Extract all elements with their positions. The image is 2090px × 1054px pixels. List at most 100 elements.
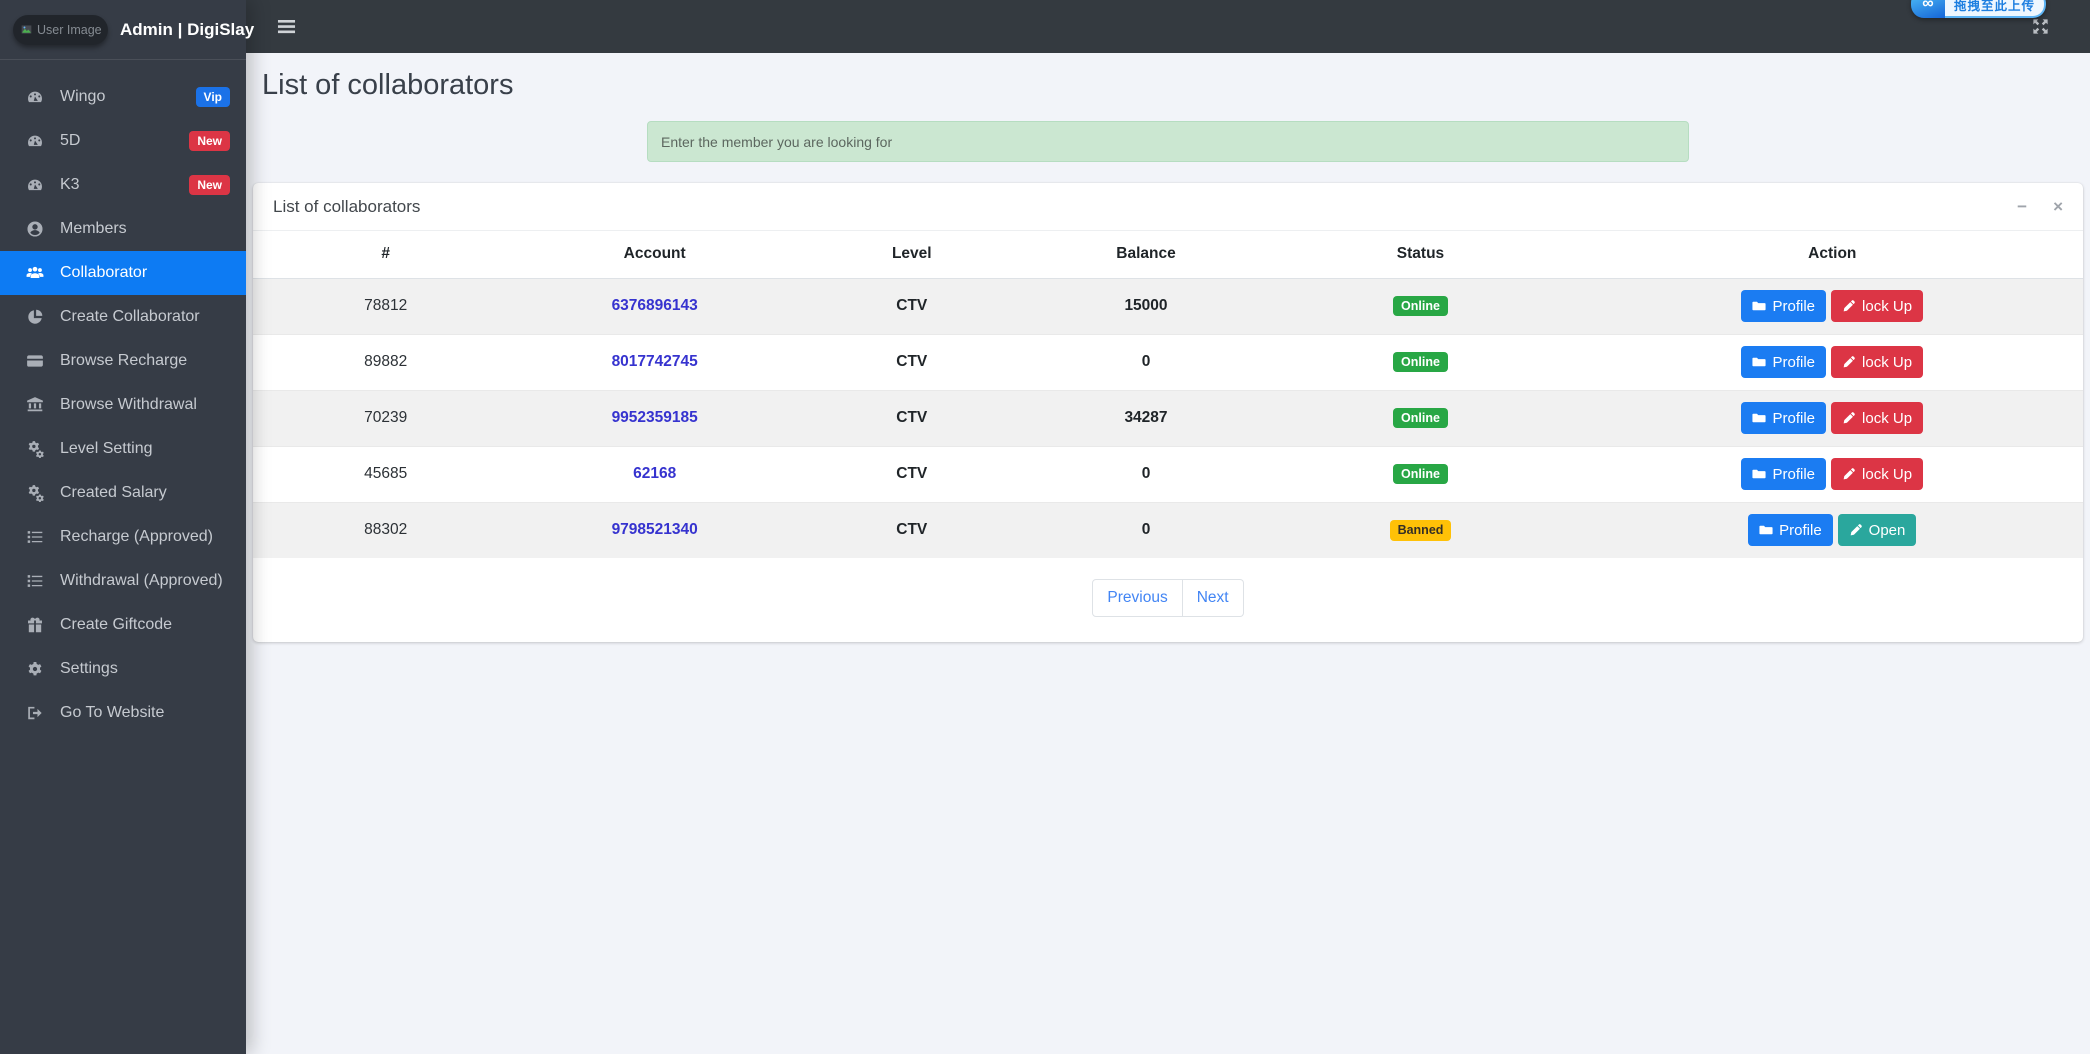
brand-title: Admin | DigiSlay [120,20,254,40]
previous-page-button[interactable]: Previous [1092,579,1182,617]
sidebar-item-collaborator[interactable]: Collaborator [0,251,246,295]
profile-button[interactable]: Profile [1741,290,1826,322]
folder-icon [1752,299,1766,313]
table-row: 883029798521340CTV0BannedProfileOpen [253,502,2083,558]
sidebar-item-label: Create Collaborator [60,308,230,326]
sidebar-item-recharge-approved[interactable]: Recharge (Approved) [0,515,246,559]
pencil-icon [1842,299,1856,313]
button-label: Profile [1772,410,1815,427]
member-search-input[interactable] [647,121,1689,162]
hamburger-menu-icon[interactable] [276,16,297,37]
upload-overlay-text: 拖拽至此上传 [1945,0,2046,18]
row-balance: 0 [1033,502,1260,558]
folder-icon [1752,467,1766,481]
profile-button[interactable]: Profile [1741,458,1826,490]
gift-icon [26,616,47,634]
lock-up-button[interactable]: lock Up [1831,346,1923,378]
brand[interactable]: User Image Admin | DigiSlay [0,0,246,60]
folder-icon [1752,411,1766,425]
row-balance: 15000 [1033,278,1260,334]
table-row: 898828017742745CTV0OnlineProfilelock Up [253,334,2083,390]
open-button[interactable]: Open [1838,514,1917,546]
sidebar-item-label: K3 [60,176,189,194]
folder-icon [1752,355,1766,369]
sidebar-item-label: Withdrawal (Approved) [60,572,230,590]
fullscreen-icon[interactable] [2031,17,2050,36]
sidebar-item-created-salary[interactable]: Created Salary [0,471,246,515]
table-row: 78812 6376896143 CTV15000 Online Profilelock… [253,278,2083,334]
account-link[interactable]: 62168 [633,465,676,482]
sidebar-item-members[interactable]: Members [0,207,246,251]
column-header-status: Status [1259,231,1581,278]
brand-logo: User Image [13,15,108,45]
list-icon [26,572,47,590]
cogs-icon [26,484,47,502]
sidebar-item-create-collaborator[interactable]: Create Collaborator [0,295,246,339]
sidebar-item-label: Create Giftcode [60,616,230,634]
bank-icon [26,396,47,414]
row-balance: 0 [1033,446,1260,502]
sidebar-item-browse-withdrawal[interactable]: Browse Withdrawal [0,383,246,427]
row-balance: 0 [1033,334,1260,390]
sidebar-item-label: Created Salary [60,484,230,502]
sidebar-item-label: Go To Website [60,704,230,722]
profile-button[interactable]: Profile [1741,346,1826,378]
account-link[interactable]: 9798521340 [612,521,698,538]
row-level: CTV [791,502,1033,558]
collaborators-table: #AccountLevelBalanceStatusAction 78812 63… [253,231,2083,558]
sidebar-item-create-giftcode[interactable]: Create Giftcode [0,603,246,647]
status-badge: Online [1393,464,1448,485]
button-label: lock Up [1862,410,1912,427]
lock-up-button[interactable]: lock Up [1831,458,1923,490]
account-link[interactable]: 6376896143 [612,297,698,314]
gear-icon [26,660,47,678]
card-title: List of collaborators [273,197,420,217]
lock-up-button[interactable]: lock Up [1831,290,1923,322]
sidebar-menu: WingoVip5DNewK3NewMembers Collaborator Cre… [0,60,246,735]
gauge-icon [26,176,47,194]
column-header-0: # [253,231,518,278]
upload-overlay-badge[interactable]: ∞ 拖拽至此上传 [1911,0,2046,18]
brand-logo-alt-text: User Image [37,23,101,37]
row-id: 45685 [253,446,518,502]
list-icon [26,528,47,546]
row-actions: Profile lock Up [1582,402,2083,434]
sidebar-item-go-to-website[interactable]: Go To Website [0,691,246,735]
folder-icon [1759,523,1773,537]
row-id: 78812 [253,278,518,334]
sidebar-item-label: Collaborator [60,264,230,282]
minimize-icon[interactable]: − [2017,198,2027,215]
main-content: List of collaborators List of collaborat… [246,53,2090,1054]
table-head: #AccountLevelBalanceStatusAction [253,231,2083,278]
profile-button[interactable]: Profile [1748,514,1833,546]
next-page-button[interactable]: Next [1183,579,1244,617]
account-link[interactable]: 8017742745 [612,353,698,370]
button-label: Profile [1772,466,1815,483]
sidebar-item-withdrawal-approved[interactable]: Withdrawal (Approved) [0,559,246,603]
top-navbar: ∞ 拖拽至此上传 [246,0,2090,53]
header-row: #AccountLevelBalanceStatusAction [253,231,2083,278]
pencil-icon [1842,467,1856,481]
sidebar-item-k3[interactable]: K3New [0,163,246,207]
status-badge: Online [1393,296,1448,317]
column-header-balance: Balance [1033,231,1260,278]
pencil-icon [1842,411,1856,425]
sidebar-item-5d[interactable]: 5DNew [0,119,246,163]
table-row: 702399952359185CTV34287OnlineProfilelock… [253,390,2083,446]
status-badge: Online [1393,352,1448,373]
close-icon[interactable]: × [2053,198,2063,215]
profile-button[interactable]: Profile [1741,402,1826,434]
sidebar-item-browse-recharge[interactable]: Browse Recharge [0,339,246,383]
sidebar: User Image Admin | DigiSlay WingoVip5DNe… [0,0,246,1054]
sidebar-item-wingo[interactable]: WingoVip [0,75,246,119]
sidebar-item-label: Browse Withdrawal [60,396,230,414]
row-level: CTV [791,446,1033,502]
row-balance: 34287 [1033,390,1260,446]
account-link[interactable]: 9952359185 [612,409,698,426]
cogs-icon [26,440,47,458]
sidebar-item-settings[interactable]: Settings [0,647,246,691]
sidebar-item-level-setting[interactable]: Level Setting [0,427,246,471]
row-level: CTV [791,278,1033,334]
column-header-level: Level [791,231,1033,278]
lock-up-button[interactable]: lock Up [1831,402,1923,434]
